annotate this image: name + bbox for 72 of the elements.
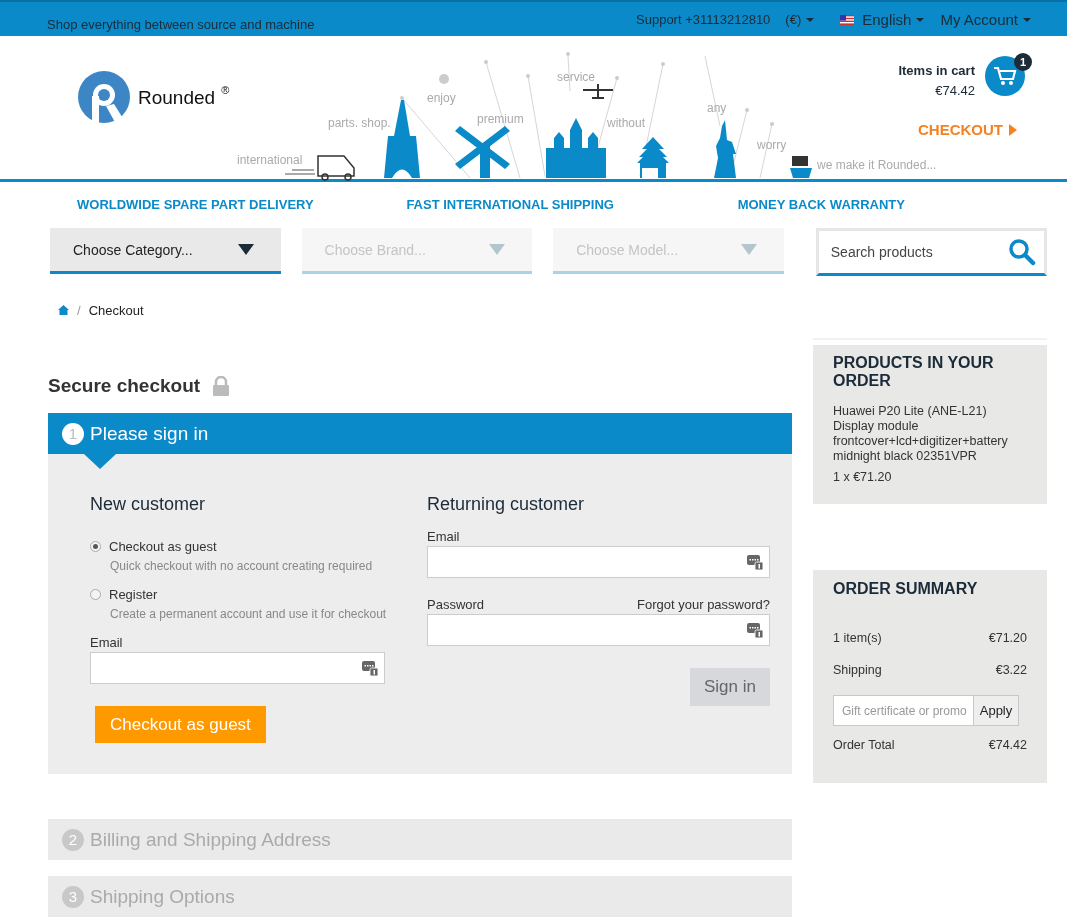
radio-button[interactable] bbox=[90, 589, 101, 600]
flag-icon bbox=[840, 14, 855, 25]
summary-value: €74.42 bbox=[988, 738, 1027, 752]
feature-item: FAST INTERNATIONAL SHIPPING bbox=[406, 197, 615, 214]
forgot-password-link[interactable]: Forgot your password? bbox=[637, 597, 770, 612]
email-field[interactable] bbox=[90, 652, 385, 684]
cart-button[interactable] bbox=[985, 56, 1025, 96]
keyboard-icon bbox=[747, 622, 763, 638]
summary-label: 1 item(s) bbox=[833, 631, 882, 645]
sign-in-button[interactable]: Sign in bbox=[690, 668, 770, 706]
breadcrumb-separator: / bbox=[77, 302, 81, 318]
banner-word: any bbox=[707, 101, 727, 115]
feature-item: WORLDWIDE SPARE PART DELIVERY bbox=[77, 197, 315, 214]
logo-icon[interactable] bbox=[76, 70, 132, 126]
home-icon[interactable] bbox=[58, 305, 69, 315]
cart-icon bbox=[993, 65, 1017, 87]
product-quantity-price: 1 x €71.20 bbox=[833, 470, 893, 484]
banner-word: enjoy bbox=[427, 91, 456, 105]
step-title: Shipping Options bbox=[90, 885, 235, 908]
account-dropdown[interactable]: My Account bbox=[940, 11, 1031, 28]
option-description: Quick checkout with no account creating required bbox=[110, 559, 374, 573]
registered-mark: ® bbox=[221, 84, 230, 96]
breadcrumb-item: Checkout bbox=[88, 302, 144, 318]
field-label: Email bbox=[90, 635, 124, 650]
summary-label: Shipping bbox=[833, 663, 882, 677]
keyboard-icon bbox=[362, 660, 378, 676]
section-heading: New customer bbox=[90, 494, 207, 515]
panel-title: PRODUCTS IN YOUR ORDER bbox=[833, 354, 995, 390]
category-dropdown[interactable]: Choose Category... bbox=[50, 228, 281, 274]
radio-label[interactable]: Checkout as guest bbox=[109, 539, 217, 554]
banner-word: international bbox=[237, 153, 303, 167]
summary-value: €71.20 bbox=[988, 631, 1027, 645]
feature-item: MONEY BACK WARRANTY bbox=[737, 197, 906, 214]
banner-word: premium bbox=[477, 112, 524, 126]
lock-icon bbox=[212, 376, 231, 396]
radio-button[interactable] bbox=[90, 541, 101, 552]
currency-dropdown[interactable]: (€) bbox=[785, 12, 815, 27]
search-icon[interactable] bbox=[1008, 238, 1036, 266]
field-label: Password bbox=[427, 597, 485, 612]
promo-code-field[interactable]: Gift certificate or promo bbox=[833, 695, 973, 726]
banner-word: service bbox=[557, 70, 595, 84]
field-label: Email bbox=[427, 529, 461, 544]
apply-button[interactable]: Apply bbox=[973, 695, 1019, 726]
option-description: Create a permanent account and use it for checkout bbox=[110, 607, 385, 621]
tagline: Shop everything between source and machine bbox=[47, 17, 315, 32]
banner-word: worry bbox=[757, 138, 787, 152]
panel-title: ORDER SUMMARY bbox=[833, 580, 979, 598]
banner-word: without bbox=[607, 116, 646, 130]
search-field[interactable]: Search products bbox=[815, 228, 1047, 276]
cart-count-badge: 1 bbox=[1014, 53, 1032, 71]
section-heading: Returning customer bbox=[427, 494, 586, 515]
banner-word: we make it Rounded... bbox=[817, 158, 937, 172]
summary-value: €3.22 bbox=[995, 663, 1027, 677]
summary-label: Order Total bbox=[833, 738, 895, 752]
step-number: 1 bbox=[62, 422, 84, 445]
keyboard-icon bbox=[747, 554, 763, 570]
language-dropdown[interactable]: English bbox=[862, 11, 925, 28]
checkout-link[interactable]: CHECKOUT bbox=[918, 121, 1017, 138]
banner-word: parts. shop. bbox=[328, 116, 391, 130]
checkout-as-guest-button[interactable]: Checkout as guest bbox=[95, 706, 266, 743]
support-link[interactable]: Support +31113212810 bbox=[636, 12, 771, 27]
logo-text[interactable]: Rounded bbox=[138, 87, 216, 109]
page-title: Secure checkout bbox=[48, 375, 201, 397]
cart-total: €74.42 bbox=[934, 83, 975, 98]
email-field[interactable] bbox=[427, 546, 770, 578]
password-field[interactable] bbox=[427, 614, 770, 646]
cart-label: Items in cart bbox=[898, 63, 975, 78]
radio-label[interactable]: Register bbox=[109, 587, 158, 602]
step-pointer bbox=[84, 454, 116, 469]
step-title: Please sign in bbox=[90, 422, 209, 445]
step-title: Billing and Shipping Address bbox=[90, 828, 331, 851]
product-name: Huawei P20 Lite (ANE-L21) Display module frontcover+lcd+digitizer+battery midnight black 02351VPR bbox=[833, 404, 1009, 464]
